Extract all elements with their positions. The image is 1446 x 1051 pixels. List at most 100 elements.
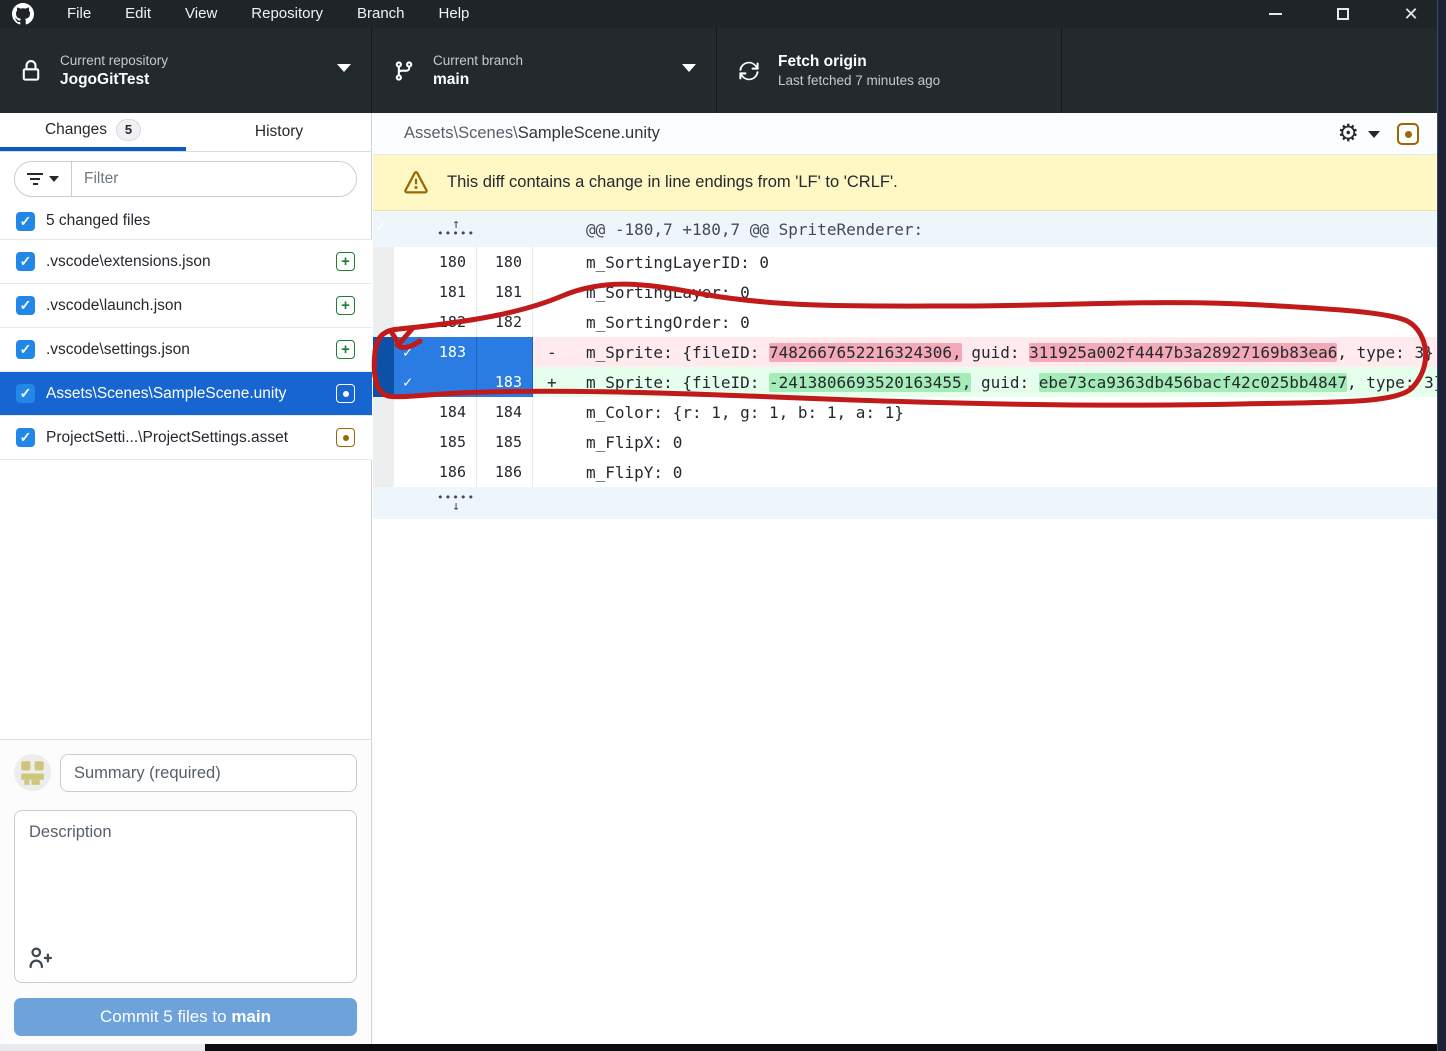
- expand-up-icon[interactable]: ↑•••••: [437, 220, 475, 238]
- maximize-button[interactable]: [1332, 3, 1354, 25]
- diff-code-segment: m_Sprite: {fileID:: [586, 343, 769, 362]
- diff-code-segment: guid:: [971, 373, 1038, 392]
- diff-code-text: m_SortingLayerID: 0: [533, 247, 1437, 277]
- old-line-number: 182: [394, 307, 477, 337]
- modified-status-icon: [336, 384, 355, 403]
- new-line-number[interactable]: [477, 337, 533, 367]
- diff-file-header: Assets\Scenes\SampleScene.unity ⚙: [373, 113, 1437, 155]
- old-line-number[interactable]: 183✓: [394, 337, 477, 367]
- diff-code-segment: m_Sprite: {fileID:: [586, 373, 769, 392]
- select-all-checkbox[interactable]: ✓: [16, 212, 35, 231]
- file-row[interactable]: ✓ .vscode\launch.json +: [0, 284, 372, 328]
- current-repository-dropdown[interactable]: Current repository JogoGitTest: [0, 28, 372, 113]
- menu-item-file[interactable]: File: [50, 0, 108, 28]
- tab-changes[interactable]: Changes 5: [0, 113, 186, 151]
- gear-icon[interactable]: ⚙: [1337, 122, 1359, 146]
- menu-item-view[interactable]: View: [168, 0, 234, 28]
- hunk-included-check: ✓: [376, 217, 385, 235]
- expand-row: •••••↓: [373, 487, 1437, 519]
- file-checkbox[interactable]: ✓: [16, 340, 35, 359]
- file-checkbox[interactable]: ✓: [16, 384, 35, 403]
- diff-code-segment: , type: 3}: [1347, 373, 1443, 392]
- file-checkbox[interactable]: ✓: [16, 428, 35, 447]
- fetch-origin-title: Fetch origin: [778, 52, 940, 72]
- commit-form: Commit 5 files to main: [0, 739, 371, 1044]
- file-name: ProjectSetti...\ProjectSettings.asset: [46, 429, 328, 447]
- menu-item-branch[interactable]: Branch: [340, 0, 422, 28]
- diff-line: 185185m_FlipX: 0: [373, 427, 1437, 457]
- hunk-select-gutter: [373, 307, 394, 337]
- fetch-origin-button[interactable]: Fetch origin Last fetched 7 minutes ago: [718, 28, 1062, 113]
- menu-item-repository[interactable]: Repository: [234, 0, 340, 28]
- line-included-check: ✓: [403, 373, 412, 391]
- file-row[interactable]: ✓.vscode\settings.json+: [0, 328, 372, 372]
- diff-code-segment: ebe73ca9363db456bacf42c025bb4847: [1039, 373, 1347, 392]
- diff-code-segment: m_FlipY: 0: [586, 463, 682, 482]
- desktop-edge-right: [1437, 0, 1446, 1051]
- tab-history[interactable]: History: [186, 113, 372, 151]
- warning-text: This diff contains a change in line endi…: [447, 173, 898, 192]
- diff-line: 186186m_FlipY: 0: [373, 457, 1437, 487]
- diff-body: ↑••••• @@ -180,7 +180,7 @@ SpriteRendere…: [373, 211, 1437, 519]
- file-row[interactable]: ✓ Assets\Scenes\SampleScene.unity: [0, 372, 372, 416]
- diff-code-text: m_FlipX: 0: [533, 427, 1437, 457]
- filter-input[interactable]: [72, 162, 356, 196]
- diff-code-text: +m_Sprite: {fileID: -2413806693520163455…: [533, 367, 1443, 397]
- diff-file-name: SampleScene.unity: [518, 124, 660, 142]
- hunk-select-gutter[interactable]: ✓: [373, 337, 394, 367]
- filter-options-button[interactable]: [15, 162, 72, 196]
- diff-code-text: m_FlipY: 0: [533, 457, 1437, 487]
- file-row[interactable]: ✓ ProjectSetti...\ProjectSettings.asset: [0, 416, 372, 460]
- diff-code-text: -m_Sprite: {fileID: 7482667652216324306,…: [533, 337, 1437, 367]
- expand-down-icon[interactable]: •••••↓: [437, 493, 475, 511]
- added-status-icon: +: [336, 252, 355, 271]
- file-name: .vscode\launch.json: [46, 297, 328, 315]
- commit-summary-input[interactable]: [60, 754, 357, 792]
- commit-button[interactable]: Commit 5 files to main: [14, 998, 357, 1036]
- new-line-number[interactable]: 183: [477, 367, 533, 397]
- file-checkbox[interactable]: ✓: [16, 252, 35, 271]
- new-line-number: 186: [477, 457, 533, 487]
- hunk-select-gutter[interactable]: [373, 367, 394, 397]
- chevron-down-icon[interactable]: [1368, 131, 1380, 138]
- diff-code-text: m_SortingOrder: 0: [533, 307, 1437, 337]
- close-button[interactable]: ✕: [1400, 3, 1422, 25]
- line-included-check: ✓: [403, 343, 412, 361]
- diff-line-marker: +: [533, 373, 586, 392]
- old-line-number[interactable]: ✓: [394, 367, 477, 397]
- new-line-number: 180: [477, 247, 533, 277]
- current-branch-dropdown[interactable]: Current branch main: [373, 28, 717, 113]
- filter-bar: [14, 161, 357, 197]
- diff-line: 184184m_Color: {r: 1, g: 1, b: 1, a: 1}: [373, 397, 1437, 427]
- chevron-down-icon: [682, 64, 696, 72]
- file-name: Assets\Scenes\SampleScene.unity: [46, 385, 328, 403]
- diff-code-segment: guid:: [962, 343, 1029, 362]
- git-branch-icon: [393, 60, 415, 82]
- menu-item-edit[interactable]: Edit: [108, 0, 168, 28]
- file-checkbox[interactable]: ✓: [16, 296, 35, 315]
- tab-changes-label: Changes: [45, 121, 107, 139]
- new-line-number: 184: [477, 397, 533, 427]
- added-status-icon: +: [336, 296, 355, 315]
- diff-code-segment: m_SortingLayer: 0: [586, 283, 750, 302]
- menu-item-help[interactable]: Help: [422, 0, 487, 28]
- diff-line: 180180m_SortingLayerID: 0: [373, 247, 1437, 277]
- old-line-number: 185: [394, 427, 477, 457]
- modified-status-icon: [1397, 123, 1419, 145]
- hunk-header-text: @@ -180,7 +180,7 @@ SpriteRenderer:: [586, 220, 923, 239]
- modified-status-icon: [336, 428, 355, 447]
- line-endings-warning-banner: This diff contains a change in line endi…: [373, 155, 1437, 211]
- diff-code-segment: m_FlipX: 0: [586, 433, 682, 452]
- file-row[interactable]: ✓.vscode\extensions.json+: [0, 240, 372, 284]
- minimize-button[interactable]: [1264, 3, 1286, 25]
- chevron-down-icon: [49, 176, 59, 182]
- fetch-origin-subtitle: Last fetched 7 minutes ago: [778, 72, 940, 90]
- tab-history-label: History: [255, 123, 303, 141]
- hunk-header: ↑••••• @@ -180,7 +180,7 @@ SpriteRendere…: [373, 211, 1437, 247]
- hunk-select-gutter: [373, 277, 394, 307]
- diff-code-text: m_Color: {r: 1, g: 1, b: 1, a: 1}: [533, 397, 1437, 427]
- add-coauthor-icon[interactable]: [28, 946, 52, 970]
- hunk-select-gutter: [373, 457, 394, 487]
- commit-description-input[interactable]: [14, 810, 357, 983]
- diff-line-marker: -: [533, 343, 586, 362]
